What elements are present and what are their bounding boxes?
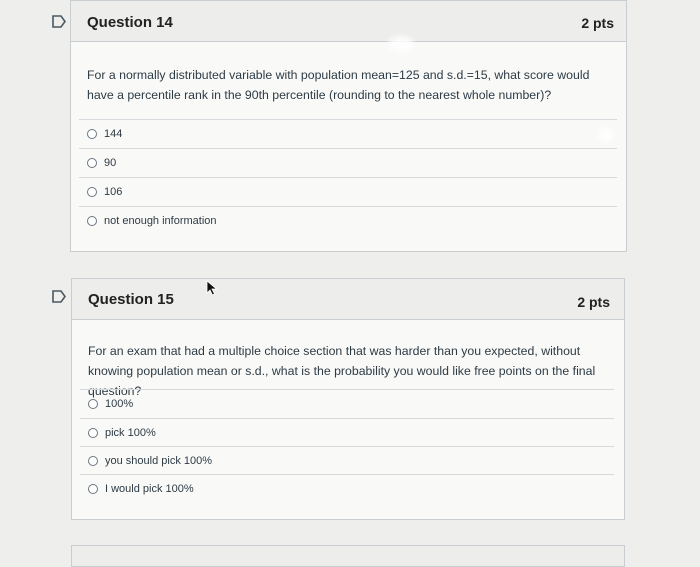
answer-option[interactable]: 100% (80, 389, 614, 418)
question-points: 2 pts (581, 15, 614, 31)
radio-button[interactable] (88, 456, 98, 466)
question-text: For a normally distributed variable with… (87, 68, 590, 102)
radio-button[interactable] (87, 216, 97, 226)
answer-label: 90 (104, 157, 117, 169)
answer-label: 144 (104, 128, 123, 140)
next-question-card-edge (71, 545, 625, 567)
radio-button[interactable] (88, 428, 98, 438)
answer-option[interactable]: I would pick 100% (80, 474, 614, 503)
screen-glare (598, 128, 614, 142)
screen-glare (388, 36, 414, 52)
question-14-header: Question 14 2 pts (71, 1, 626, 42)
radio-button[interactable] (87, 129, 97, 139)
radio-button[interactable] (87, 187, 97, 197)
question-14-card: Question 14 2 pts For a normally distrib… (70, 0, 627, 252)
answer-option[interactable]: you should pick 100% (80, 446, 614, 475)
question-points: 2 pts (577, 294, 610, 310)
answer-label: you should pick 100% (105, 455, 213, 467)
answer-option[interactable]: pick 100% (80, 418, 614, 447)
answer-label: 106 (104, 186, 123, 198)
question-title: Question 15 (88, 291, 174, 308)
radio-button[interactable] (88, 399, 98, 409)
question-title: Question 14 (87, 14, 173, 31)
answer-option[interactable]: 90 (79, 148, 617, 177)
answer-option[interactable]: not enough information (79, 206, 617, 235)
answer-label: not enough information (104, 215, 217, 227)
question-15-card: Question 15 2 pts For an exam that had a… (71, 278, 625, 520)
mouse-pointer-icon (206, 280, 218, 296)
answer-label: pick 100% (105, 427, 156, 439)
answer-label: I would pick 100% (105, 483, 194, 495)
answer-label: 100% (105, 398, 134, 410)
answer-option[interactable]: 144 (79, 119, 617, 148)
radio-button[interactable] (88, 484, 98, 494)
question-15-header: Question 15 2 pts (72, 279, 624, 320)
flag-icon[interactable] (52, 15, 66, 28)
flag-icon[interactable] (52, 290, 66, 303)
answer-option[interactable]: 106 (79, 177, 617, 206)
radio-button[interactable] (87, 158, 97, 168)
